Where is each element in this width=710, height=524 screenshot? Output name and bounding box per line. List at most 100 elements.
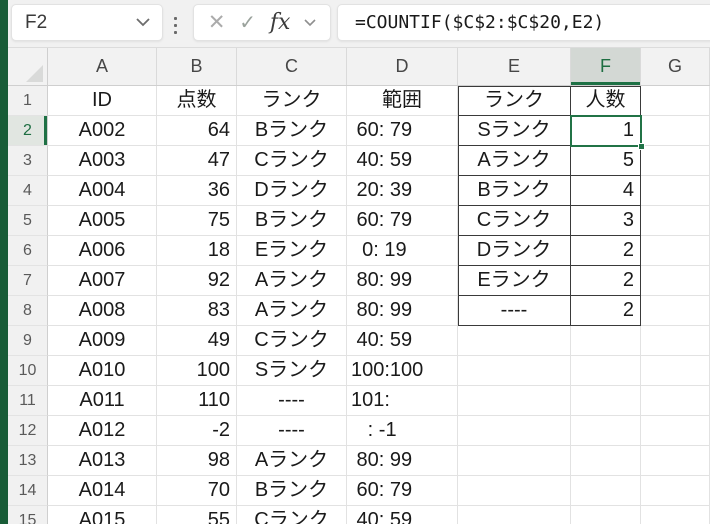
- cell-A1[interactable]: ID: [48, 86, 157, 116]
- cell-B4[interactable]: 36: [157, 176, 237, 206]
- column-header-F[interactable]: F: [571, 48, 641, 85]
- cell-G14[interactable]: [641, 476, 710, 506]
- row-header-7[interactable]: 7: [8, 266, 48, 296]
- column-header-G[interactable]: G: [641, 48, 710, 85]
- chevron-down-icon[interactable]: [136, 18, 150, 27]
- cell-D10[interactable]: 100:100: [347, 356, 458, 386]
- cell-E5[interactable]: Cランク: [458, 206, 571, 236]
- cell-A8[interactable]: A008: [48, 296, 157, 326]
- cell-F2[interactable]: 1: [571, 116, 641, 146]
- cell-E10[interactable]: [458, 356, 571, 386]
- cell-E9[interactable]: [458, 326, 571, 356]
- select-all-button[interactable]: [8, 48, 48, 85]
- column-header-B[interactable]: B: [157, 48, 237, 85]
- row-header-4[interactable]: 4: [8, 176, 48, 206]
- cell-E1[interactable]: ランク: [458, 86, 571, 116]
- cell-F7[interactable]: 2: [571, 266, 641, 296]
- cell-D14[interactable]: 60: 79: [347, 476, 458, 506]
- cell-A11[interactable]: A011: [48, 386, 157, 416]
- cell-F10[interactable]: [571, 356, 641, 386]
- cell-D15[interactable]: 40: 59: [347, 506, 458, 524]
- cell-F14[interactable]: [571, 476, 641, 506]
- cell-C6[interactable]: Eランク: [237, 236, 347, 266]
- cell-D3[interactable]: 40: 59: [347, 146, 458, 176]
- formula-bar[interactable]: =COUNTIF($C$2:$C$20,E2): [337, 4, 710, 41]
- cell-F8[interactable]: 2: [571, 296, 641, 326]
- cell-G1[interactable]: [641, 86, 710, 116]
- cell-G10[interactable]: [641, 356, 710, 386]
- cell-B14[interactable]: 70: [157, 476, 237, 506]
- cell-D11[interactable]: 101:: [347, 386, 458, 416]
- column-header-D[interactable]: D: [347, 48, 458, 85]
- cell-D12[interactable]: : -1: [347, 416, 458, 446]
- cell-E15[interactable]: [458, 506, 571, 524]
- cell-B6[interactable]: 18: [157, 236, 237, 266]
- cell-G7[interactable]: [641, 266, 710, 296]
- cell-B9[interactable]: 49: [157, 326, 237, 356]
- cell-E13[interactable]: [458, 446, 571, 476]
- column-header-A[interactable]: A: [48, 48, 157, 85]
- cell-C5[interactable]: Bランク: [237, 206, 347, 236]
- cell-D6[interactable]: 0: 19: [347, 236, 458, 266]
- row-header-11[interactable]: 11: [8, 386, 48, 416]
- column-header-C[interactable]: C: [237, 48, 347, 85]
- cell-A5[interactable]: A005: [48, 206, 157, 236]
- cell-A3[interactable]: A003: [48, 146, 157, 176]
- cell-C3[interactable]: Cランク: [237, 146, 347, 176]
- cell-E8[interactable]: ----: [458, 296, 571, 326]
- cell-B10[interactable]: 100: [157, 356, 237, 386]
- cell-B15[interactable]: 55: [157, 506, 237, 524]
- row-header-8[interactable]: 8: [8, 296, 48, 326]
- cell-B3[interactable]: 47: [157, 146, 237, 176]
- cell-G15[interactable]: [641, 506, 710, 524]
- cell-D9[interactable]: 40: 59: [347, 326, 458, 356]
- cell-E7[interactable]: Eランク: [458, 266, 571, 296]
- cell-D13[interactable]: 80: 99: [347, 446, 458, 476]
- cancel-icon[interactable]: ✕: [208, 10, 226, 35]
- cell-F11[interactable]: [571, 386, 641, 416]
- cell-E2[interactable]: Sランク: [458, 116, 571, 146]
- cell-E11[interactable]: [458, 386, 571, 416]
- cell-A9[interactable]: A009: [48, 326, 157, 356]
- row-header-10[interactable]: 10: [8, 356, 48, 386]
- cell-E4[interactable]: Bランク: [458, 176, 571, 206]
- cell-G13[interactable]: [641, 446, 710, 476]
- cell-G9[interactable]: [641, 326, 710, 356]
- cell-C12[interactable]: ----: [237, 416, 347, 446]
- cell-D5[interactable]: 60: 79: [347, 206, 458, 236]
- cell-A12[interactable]: A012: [48, 416, 157, 446]
- row-header-13[interactable]: 13: [8, 446, 48, 476]
- cell-F5[interactable]: 3: [571, 206, 641, 236]
- cell-G4[interactable]: [641, 176, 710, 206]
- cell-D4[interactable]: 20: 39: [347, 176, 458, 206]
- cell-G11[interactable]: [641, 386, 710, 416]
- cell-F1[interactable]: 人数: [571, 86, 641, 116]
- cell-C14[interactable]: Bランク: [237, 476, 347, 506]
- cell-C9[interactable]: Cランク: [237, 326, 347, 356]
- cell-G3[interactable]: [641, 146, 710, 176]
- cell-A6[interactable]: A006: [48, 236, 157, 266]
- cell-F4[interactable]: 4: [571, 176, 641, 206]
- cell-F13[interactable]: [571, 446, 641, 476]
- cell-B13[interactable]: 98: [157, 446, 237, 476]
- row-header-6[interactable]: 6: [8, 236, 48, 266]
- row-header-5[interactable]: 5: [8, 206, 48, 236]
- cell-G2[interactable]: [641, 116, 710, 146]
- cell-A10[interactable]: A010: [48, 356, 157, 386]
- cell-F6[interactable]: 2: [571, 236, 641, 266]
- cell-B7[interactable]: 92: [157, 266, 237, 296]
- cell-B8[interactable]: 83: [157, 296, 237, 326]
- cell-F12[interactable]: [571, 416, 641, 446]
- row-header-12[interactable]: 12: [8, 416, 48, 446]
- cell-C2[interactable]: Bランク: [237, 116, 347, 146]
- row-header-9[interactable]: 9: [8, 326, 48, 356]
- cell-E3[interactable]: Aランク: [458, 146, 571, 176]
- cell-B5[interactable]: 75: [157, 206, 237, 236]
- cell-B2[interactable]: 64: [157, 116, 237, 146]
- cell-A15[interactable]: A015: [48, 506, 157, 524]
- row-header-3[interactable]: 3: [8, 146, 48, 176]
- cell-B1[interactable]: 点数: [157, 86, 237, 116]
- row-header-14[interactable]: 14: [8, 476, 48, 506]
- cell-B11[interactable]: 110: [157, 386, 237, 416]
- cell-C10[interactable]: Sランク: [237, 356, 347, 386]
